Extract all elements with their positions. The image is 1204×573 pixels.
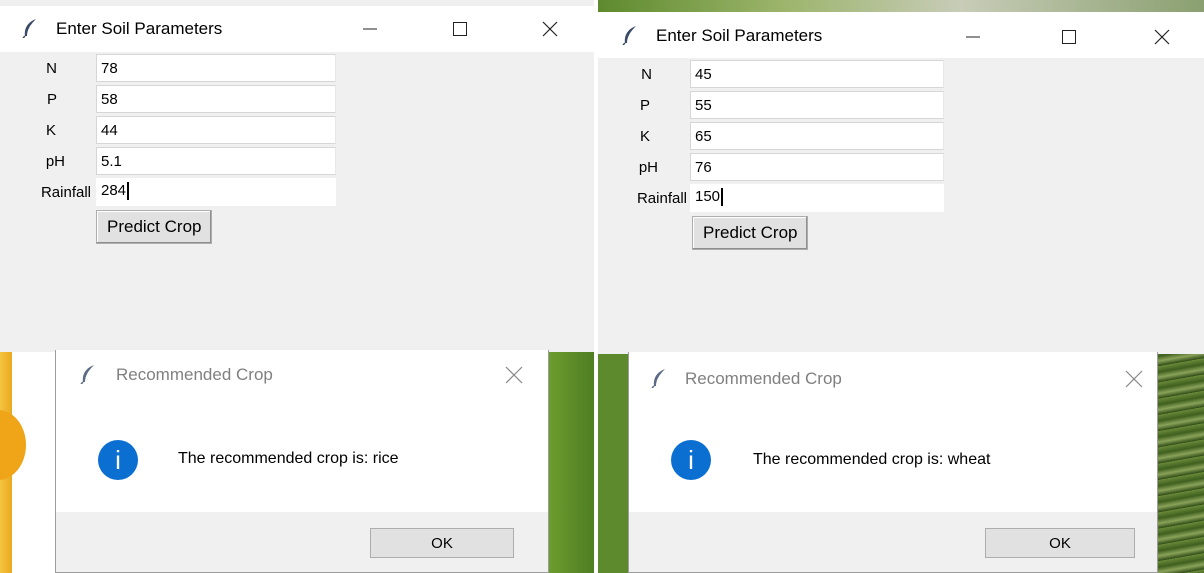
field-label: Rainfall <box>636 190 687 207</box>
ph-input[interactable] <box>96 147 336 175</box>
field-row-ph: pH <box>598 153 944 183</box>
field-row-k: K <box>0 116 336 146</box>
window-title: Enter Soil Parameters <box>656 26 823 45</box>
field-row-ph: pH <box>0 147 336 177</box>
minimize-icon[interactable] <box>355 14 385 44</box>
field-label: Rainfall <box>40 184 91 201</box>
recommended-crop-dialog: Recommended Crop i The recommended crop … <box>55 350 549 573</box>
close-icon[interactable] <box>1147 22 1177 52</box>
window-titlebar: Enter Soil Parameters <box>0 6 594 52</box>
k-input[interactable] <box>96 116 336 144</box>
text-cursor <box>721 188 724 207</box>
dialog-footer: OK <box>56 512 548 572</box>
ph-input[interactable] <box>690 153 944 181</box>
info-icon: i <box>98 440 138 480</box>
dialog-message: The recommended crop is: wheat <box>753 451 991 468</box>
close-icon[interactable] <box>499 360 529 390</box>
field-row-p: P <box>0 85 336 115</box>
maximize-icon[interactable] <box>1054 22 1084 52</box>
ok-button[interactable]: OK <box>985 528 1135 558</box>
info-icon: i <box>671 440 711 480</box>
feather-icon <box>80 364 96 385</box>
field-row-rainfall: Rainfall 284 <box>0 178 336 208</box>
field-label: pH <box>638 159 658 176</box>
rainfall-input[interactable]: 284 <box>96 178 336 206</box>
screenshot-left: Enter Soil Parameters N P K pH <box>0 0 594 573</box>
minimize-icon[interactable] <box>958 22 988 52</box>
field-row-n: N <box>598 60 944 90</box>
dialog-message: The recommended crop is: rice <box>178 450 399 467</box>
ok-button[interactable]: OK <box>370 528 514 558</box>
n-input[interactable] <box>690 60 944 88</box>
feather-icon <box>651 368 667 389</box>
maximize-icon[interactable] <box>445 14 475 44</box>
close-icon[interactable] <box>1119 364 1149 394</box>
screenshot-right: Enter Soil Parameters N P K pH <box>598 0 1204 573</box>
text-cursor <box>127 182 130 201</box>
k-input[interactable] <box>690 122 944 150</box>
field-label: N <box>46 60 57 77</box>
field-row-p: P <box>598 91 944 121</box>
predict-crop-button[interactable]: Predict Crop <box>692 216 809 250</box>
feather-icon <box>622 25 638 46</box>
p-input[interactable] <box>96 85 336 113</box>
field-row-n: N <box>0 54 336 84</box>
close-icon[interactable] <box>535 14 565 44</box>
field-label: P <box>46 91 57 108</box>
field-label: pH <box>45 153 65 170</box>
n-input[interactable] <box>96 54 336 82</box>
field-label: P <box>639 97 650 114</box>
window-title: Enter Soil Parameters <box>56 19 223 38</box>
feather-icon <box>22 18 38 39</box>
p-input[interactable] <box>690 91 944 119</box>
soil-parameters-window: Enter Soil Parameters N P K pH <box>598 12 1204 354</box>
dialog-title: Recommended Crop <box>685 369 842 388</box>
predict-crop-button[interactable]: Predict Crop <box>96 210 213 244</box>
dialog-title: Recommended Crop <box>116 365 273 384</box>
field-row-k: K <box>598 122 944 152</box>
soil-parameters-window: Enter Soil Parameters N P K pH <box>0 0 594 352</box>
window-titlebar: Enter Soil Parameters <box>598 12 1204 58</box>
background-foliage <box>1158 350 1204 573</box>
field-label: K <box>639 128 650 145</box>
field-label: K <box>45 122 56 139</box>
rainfall-value: 150 <box>695 188 721 205</box>
rainfall-input[interactable]: 150 <box>690 184 944 212</box>
rainfall-value: 284 <box>101 182 127 199</box>
recommended-crop-dialog: Recommended Crop i The recommended crop … <box>628 352 1158 573</box>
field-row-rainfall: Rainfall 150 <box>598 184 944 214</box>
dialog-footer: OK <box>629 512 1157 572</box>
field-label: N <box>641 66 652 83</box>
